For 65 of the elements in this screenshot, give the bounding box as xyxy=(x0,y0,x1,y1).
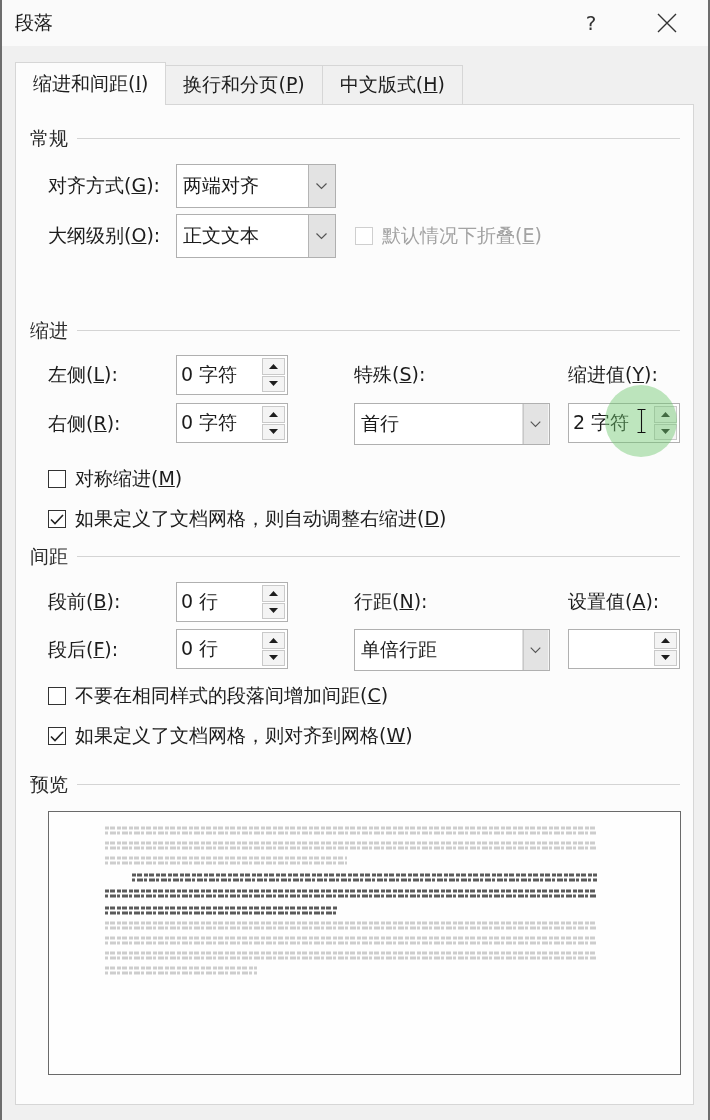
close-icon xyxy=(657,13,677,33)
triangle-up-icon xyxy=(269,363,278,369)
alignment-dropdown[interactable]: 两端对齐 xyxy=(176,164,336,208)
right-indent-field[interactable]: 0 字符 xyxy=(176,403,288,443)
line-spacing-dropdown[interactable]: 单倍行距 xyxy=(354,629,550,671)
spin-up-button[interactable] xyxy=(262,406,285,423)
spin-down-button[interactable] xyxy=(262,649,285,666)
section-heading: 预览 xyxy=(30,772,68,796)
checkmark-icon xyxy=(50,513,64,525)
field-label: 缩进值(Y): xyxy=(568,362,658,387)
checkbox-label[interactable]: 如果定义了文档网格，则自动调整右缩进(D) xyxy=(75,506,447,532)
triangle-up-icon xyxy=(269,637,278,643)
checkbox[interactable] xyxy=(48,470,66,488)
triangle-down-icon xyxy=(661,429,670,435)
spacing-after-field[interactable]: 0 行 xyxy=(176,629,288,669)
spin-up-button[interactable] xyxy=(654,632,677,649)
field-label: 特殊(S): xyxy=(354,362,426,387)
section-heading: 缩进 xyxy=(30,318,68,342)
triangle-up-icon xyxy=(269,411,278,417)
checkbox-label[interactable]: 不要在相同样式的段落间增加间距(C) xyxy=(75,683,389,709)
line-spacing-value-field[interactable] xyxy=(568,629,680,669)
chevron-down-icon xyxy=(308,215,335,257)
chevron-down-icon xyxy=(308,165,335,207)
checkbox[interactable] xyxy=(48,510,66,528)
field-label: 对齐方式(G): xyxy=(48,173,160,198)
spacing-before-field[interactable]: 0 行 xyxy=(176,582,288,622)
dialog-title: 段落 xyxy=(15,10,54,35)
tab[interactable]: 缩进和间距(I) xyxy=(15,62,167,105)
triangle-down-icon xyxy=(661,655,670,661)
spin-up-button[interactable] xyxy=(262,632,285,649)
field-label: 段前(B): xyxy=(48,589,121,614)
text-cursor-icon xyxy=(637,409,646,433)
checkbox-label[interactable]: 如果定义了文档网格，则对齐到网格(W) xyxy=(75,723,413,749)
triangle-down-icon xyxy=(269,429,278,435)
triangle-up-icon xyxy=(661,637,670,643)
spin-down-button[interactable] xyxy=(262,423,285,440)
triangle-up-icon xyxy=(269,590,278,596)
checkbox[interactable] xyxy=(48,687,66,705)
field-label: 设置值(A): xyxy=(568,589,660,614)
field-label: 行距(N): xyxy=(354,589,428,614)
triangle-down-icon xyxy=(269,381,278,387)
triangle-down-icon xyxy=(269,655,278,661)
tab[interactable]: 中文版式(H) xyxy=(321,65,463,104)
spin-down-button[interactable] xyxy=(654,649,677,666)
checkbox[interactable] xyxy=(48,727,66,745)
special-indent-dropdown[interactable]: 首行 xyxy=(354,403,550,445)
triangle-up-icon xyxy=(661,411,670,417)
section-heading: 间距 xyxy=(30,544,68,568)
spin-down-button[interactable] xyxy=(262,375,285,392)
field-label: 左侧(L): xyxy=(48,362,118,387)
spin-up-button[interactable] xyxy=(262,358,285,375)
field-label: 大纲级别(O): xyxy=(48,223,161,248)
spin-down-button[interactable] xyxy=(262,602,285,619)
checkbox-label[interactable]: 对称缩进(M) xyxy=(75,466,183,492)
chevron-down-icon xyxy=(522,404,549,444)
field-label: 右侧(R): xyxy=(48,411,121,436)
spin-up-button[interactable] xyxy=(262,585,285,602)
field-label: 段后(F): xyxy=(48,637,119,662)
outline-level-dropdown[interactable]: 正文文本 xyxy=(176,214,336,258)
checkmark-icon xyxy=(50,730,64,742)
triangle-down-icon xyxy=(269,608,278,614)
chevron-down-icon xyxy=(522,630,549,670)
help-button[interactable]: ? xyxy=(571,3,611,43)
left-indent-field[interactable]: 0 字符 xyxy=(176,355,288,395)
section-heading: 常规 xyxy=(30,126,68,150)
